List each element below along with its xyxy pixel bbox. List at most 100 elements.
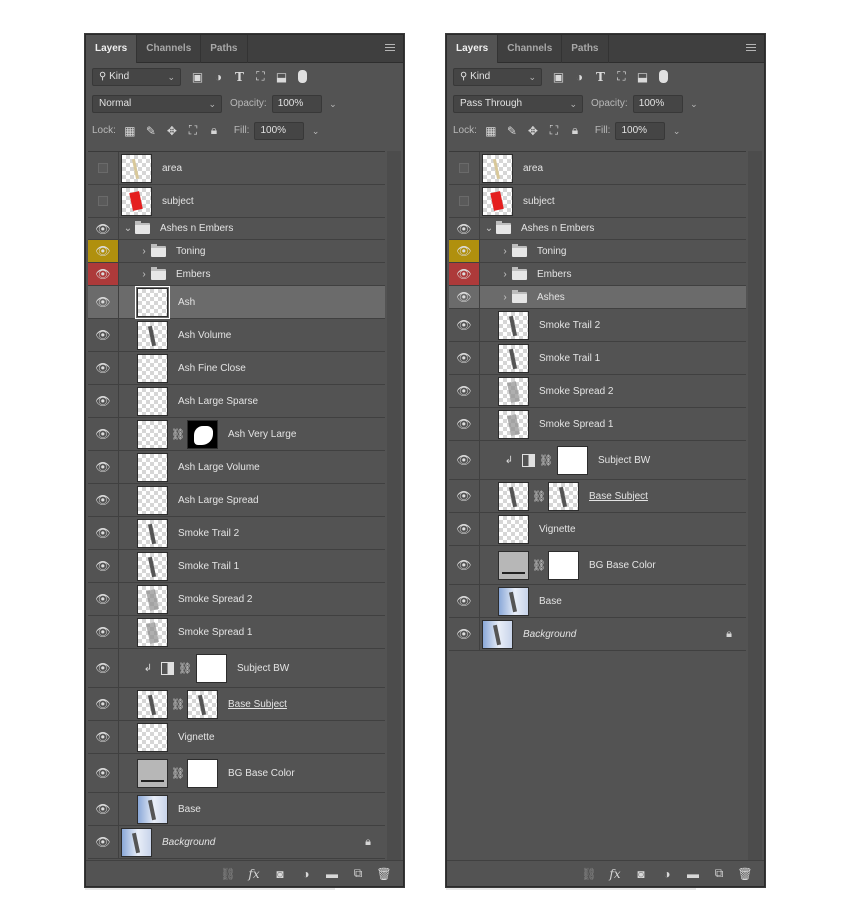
layer-row[interactable]: 👁︎ ⌄ Ashes n Embers [88,218,385,240]
visibility-toggle[interactable]: 👁︎ [449,480,480,512]
visibility-toggle[interactable]: 👁︎ [449,441,480,479]
layer-row[interactable]: area [449,152,746,185]
layer-mask-thumb[interactable] [557,445,588,475]
layer-thumb[interactable] [137,518,168,548]
visibility-toggle[interactable]: 👁︎ [88,319,119,351]
tab-channels[interactable]: Channels [137,35,202,63]
layer-thumb[interactable] [137,452,168,482]
lock-all-icon[interactable]: 🔒︎ [205,123,223,138]
visibility-toggle[interactable]: 👁︎ [88,263,119,285]
scrollbar[interactable] [748,151,762,860]
layer-thumb[interactable] [482,186,513,216]
smart-object-filter-icon[interactable]: ⬓ [273,70,290,84]
chevron-right-icon[interactable]: › [498,246,512,257]
layer-row[interactable]: 👁︎ › Embers [449,263,746,286]
layer-row[interactable]: 👁︎ ⌄ Ashes n Embers [449,218,746,240]
visibility-toggle[interactable]: 👁︎ [88,649,119,687]
chevron-right-icon[interactable]: › [498,292,512,303]
type-filter-icon[interactable]: T [231,70,248,84]
fx-icon[interactable]: fx [602,867,628,881]
visibility-toggle[interactable]: 👁︎ [449,375,480,407]
visibility-toggle[interactable]: 👁︎ [88,218,119,239]
link-icon[interactable]: ⛓ [171,767,185,780]
tab-paths[interactable]: Paths [562,35,609,63]
link-icon[interactable]: ⛓ [532,559,546,572]
layer-thumb[interactable] [137,689,168,719]
layer-thumb[interactable] [498,481,529,511]
layer-row[interactable]: 👁︎ ⛓ Base Subject [449,480,746,513]
link-icon[interactable]: ⛓ [576,867,602,881]
adjustment-icon[interactable]: ◑ [654,867,680,881]
layer-row[interactable]: 👁︎ Smoke Trail 2 [88,517,385,550]
visibility-toggle[interactable]: 👁︎ [449,408,480,440]
visibility-toggle[interactable] [88,185,119,217]
layer-row[interactable]: 👁︎ Ash Large Volume [88,451,385,484]
layer-row[interactable]: 👁︎ › Toning [449,240,746,263]
chevron-down-icon[interactable]: ⌄ [673,123,681,139]
chevron-down-icon[interactable]: ⌄ [312,123,320,139]
layer-thumb[interactable] [498,310,529,340]
tab-channels[interactable]: Channels [498,35,563,63]
folder-icon[interactable]: ▬ [319,867,345,881]
trash-icon[interactable]: 🗑︎ [732,867,758,881]
tab-layers[interactable]: Layers [447,35,499,63]
layer-row[interactable]: 👁︎ Background 🔒︎ [88,826,385,859]
visibility-toggle[interactable]: 👁︎ [449,240,480,262]
image-filter-icon[interactable]: ▣ [550,70,567,84]
layer-thumb[interactable] [482,619,513,649]
visibility-toggle[interactable]: 👁︎ [88,616,119,648]
layer-row[interactable]: 👁︎ Vignette [449,513,746,546]
layer-row[interactable]: subject [449,185,746,218]
scrollbar[interactable] [387,151,401,860]
blend-mode-select[interactable]: Pass Through ⌄ [453,94,583,113]
visibility-toggle[interactable]: 👁︎ [88,688,119,720]
layer-row[interactable]: 👁︎ Ash Large Sparse [88,385,385,418]
layer-row[interactable]: 👁︎ Base [88,793,385,826]
layer-row[interactable]: 👁︎ › Toning [88,240,385,263]
visibility-toggle[interactable]: 👁︎ [88,793,119,825]
layer-row[interactable]: 👁︎ ⛓ BG Base Color [88,754,385,793]
layer-row[interactable]: 👁︎ › Embers [88,263,385,286]
layer-mask-thumb[interactable] [548,550,579,580]
layer-thumb[interactable] [137,485,168,515]
layer-row[interactable]: 👁︎ Base [449,585,746,618]
layer-thumb[interactable] [121,186,152,216]
visibility-toggle[interactable] [88,152,119,184]
lock-position-icon[interactable]: ✥ [524,124,542,138]
tab-layers[interactable]: Layers [86,35,138,63]
layer-thumb[interactable] [137,419,168,449]
opacity-input[interactable]: 100% ⌄ [632,94,698,113]
chevron-right-icon[interactable]: › [137,269,151,280]
layer-thumb[interactable] [137,320,168,350]
lock-artboard-icon[interactable]: ⛶ [184,123,202,138]
layer-row[interactable]: 👁︎ ↲ ⛓ Subject BW [449,441,746,480]
link-icon[interactable]: ⛓ [171,428,185,441]
visibility-toggle[interactable]: 👁︎ [449,513,480,545]
layer-thumb[interactable] [121,153,152,183]
layer-row[interactable]: 👁︎ Smoke Spread 1 [449,408,746,441]
layer-mask-thumb[interactable] [187,758,218,788]
layer-thumb[interactable] [137,722,168,752]
visibility-toggle[interactable]: 👁︎ [88,583,119,615]
chevron-down-icon[interactable]: ⌄ [482,223,496,234]
layer-thumb[interactable] [137,353,168,383]
layer-row[interactable]: 👁︎ Smoke Spread 2 [88,583,385,616]
visibility-toggle[interactable]: 👁︎ [88,550,119,582]
layer-row[interactable]: 👁︎ Ash Fine Close [88,352,385,385]
new-layer-icon[interactable]: ⧉ [345,866,371,881]
filter-kind-select[interactable]: ⚲ Kind ⌄ [453,67,542,86]
visibility-toggle[interactable]: 👁︎ [88,352,119,384]
adjustment-icon[interactable]: ◑ [293,867,319,881]
layer-thumb[interactable] [137,386,168,416]
layer-row[interactable]: 👁︎ Smoke Trail 1 [88,550,385,583]
visibility-toggle[interactable] [449,152,480,184]
lock-transparent-icon[interactable]: ▦ [121,124,139,138]
layer-thumb[interactable] [137,617,168,647]
layer-thumb[interactable] [498,586,529,616]
panel-menu-icon[interactable] [746,44,756,53]
layer-row[interactable]: 👁︎ ⛓ BG Base Color [449,546,746,585]
layer-thumb[interactable] [498,514,529,544]
filter-toggle-icon[interactable] [298,70,307,83]
chevron-right-icon[interactable]: › [137,246,151,257]
visibility-toggle[interactable]: 👁︎ [449,585,480,617]
